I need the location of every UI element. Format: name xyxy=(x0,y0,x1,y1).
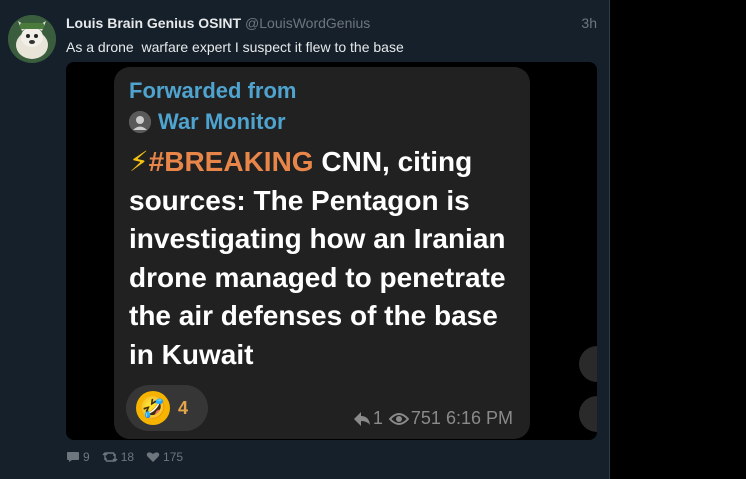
message-text: ⚡#BREAKING CNN, citing sources: The Pent… xyxy=(129,143,525,374)
tweet-media[interactable]: Forwarded from War Monitor ⚡#BREAKING CN… xyxy=(66,62,597,440)
author-name[interactable]: Louis Brain Genius OSINT xyxy=(66,15,241,31)
tweet-text: As a drone warfare expert I suspect it f… xyxy=(66,39,404,55)
eye-icon xyxy=(388,412,409,425)
rofl-emoji-icon: 🤣 xyxy=(136,391,170,425)
message-body: CNN, citing sources: The Pentagon is inv… xyxy=(129,146,506,370)
retweet-icon xyxy=(102,452,118,462)
forward-count: 1 xyxy=(372,408,383,428)
message-time: 6:16 PM xyxy=(445,408,513,428)
reply-button[interactable]: 9 xyxy=(66,450,90,464)
tweet-actions: 9 18 175 xyxy=(66,450,195,464)
like-count: 175 xyxy=(163,450,184,464)
tweet-header: Louis Brain Genius OSINT @LouisWordGenius… xyxy=(66,15,597,35)
retweet-count: 18 xyxy=(120,450,135,464)
side-button-ghost xyxy=(579,396,597,432)
author-handle[interactable]: @LouisWordGenius xyxy=(245,15,370,31)
side-button-ghost xyxy=(579,346,597,382)
reaction-pill: 🤣 4 xyxy=(126,385,208,431)
hashtag-breaking: #BREAKING xyxy=(148,146,314,177)
tweet-card[interactable]: Louis Brain Genius OSINT @LouisWordGenius… xyxy=(0,0,610,479)
share-arrow-icon xyxy=(353,411,370,426)
telegram-message-bubble: Forwarded from War Monitor ⚡#BREAKING CN… xyxy=(114,67,530,439)
lightning-icon: ⚡ xyxy=(129,146,149,177)
reply-count: 9 xyxy=(83,450,90,464)
avatar[interactable] xyxy=(8,15,56,63)
source-avatar xyxy=(129,111,151,133)
forwarded-source-name: War Monitor xyxy=(158,109,286,134)
heart-icon xyxy=(146,452,160,462)
retweet-button[interactable]: 18 xyxy=(102,450,134,464)
like-button[interactable]: 175 xyxy=(146,450,183,464)
reaction-emoji: 🤣 xyxy=(139,395,167,420)
tweet-timestamp[interactable]: 3h xyxy=(581,15,597,31)
view-count: 751 xyxy=(410,408,441,428)
forwarded-label: Forwarded from xyxy=(129,78,297,103)
message-meta: 1 751 6:16 PM xyxy=(353,408,513,429)
reply-icon xyxy=(67,452,79,462)
reaction-count: 4 xyxy=(178,397,189,418)
forwarded-source-row: War Monitor xyxy=(129,109,286,135)
